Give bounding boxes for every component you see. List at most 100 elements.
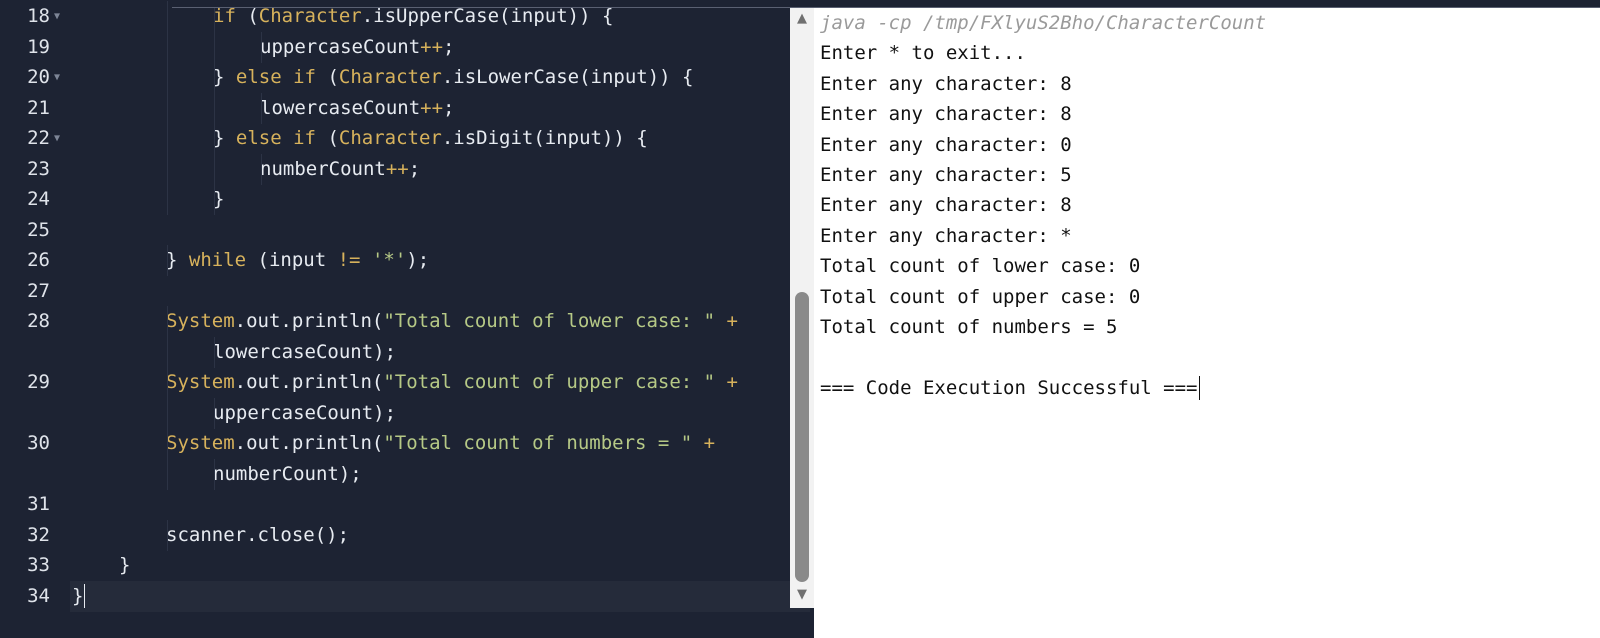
code-line[interactable]: 33} — [0, 550, 810, 581]
code-token: + — [726, 371, 738, 393]
output-line: Enter * to exit... — [820, 42, 1026, 65]
indent-guide — [167, 458, 168, 490]
line-number: 26 — [27, 249, 50, 271]
indent-guide — [214, 184, 215, 215]
line-number: 21 — [27, 96, 50, 119]
code-text: System.out.println("Total count of upper… — [166, 367, 738, 398]
output-line: Total count of lower case: 0 — [820, 255, 1141, 278]
output-line: Enter any character: 5 — [820, 164, 1072, 186]
code-token: .out.println( — [234, 432, 384, 454]
code-token: while — [188, 249, 247, 271]
indent-guide — [167, 153, 168, 185]
code-token: "Total count of numbers = " — [383, 432, 693, 454]
code-token: } — [119, 554, 131, 576]
line-number: 29 — [27, 371, 50, 393]
output-line: Enter any character: 8 — [820, 194, 1072, 217]
line-number: 20 — [27, 66, 50, 88]
code-line[interactable]: 28 System.out.println("Total count of low… — [0, 306, 810, 337]
code-token: "Total count of lower case: " — [383, 310, 716, 332]
code-token: .out.println( — [234, 310, 384, 332]
line-number: 28 — [27, 310, 50, 332]
indent-guide — [167, 306, 168, 337]
indent-guide — [261, 92, 262, 124]
code-line[interactable]: 19 uppercaseCount++; — [0, 31, 810, 63]
code-line[interactable]: 32 scanner.close(); — [0, 519, 810, 551]
line-number: 30 — [27, 432, 50, 454]
code-line[interactable]: 24} — [0, 184, 810, 215]
indent-guide — [167, 336, 168, 368]
scrollbar-thumb[interactable] — [795, 292, 809, 582]
indent-guide — [167, 519, 168, 551]
code-text: } else if (Character.isLowerCase(input))… — [213, 62, 694, 93]
code-line[interactable]: 22 ▼} else if (Character.isDigit(input)) … — [0, 123, 810, 154]
code-line[interactable]: 26} while (input != '*'); — [0, 245, 810, 276]
fold-arrow-icon[interactable]: ▼ — [54, 62, 60, 93]
code-line[interactable]: 21 lowercaseCount++; — [0, 92, 810, 124]
code-line[interactable]: 29 System.out.println("Total count of upp… — [0, 367, 810, 398]
code-token: (input — [246, 249, 338, 271]
line-number: 34 — [27, 584, 50, 607]
output-line: Enter any character: 0 — [820, 133, 1072, 156]
code-line[interactable]: 31 — [0, 489, 810, 520]
indent-guide — [167, 92, 168, 124]
indent-guide — [261, 153, 262, 185]
code-line[interactable]: uppercaseCount); — [0, 397, 810, 429]
code-line[interactable]: 30 System.out.println("Total count of num… — [0, 428, 810, 459]
code-token: uppercaseCount); — [213, 401, 397, 424]
code-text: lowercaseCount); — [213, 337, 396, 368]
code-token: } — [213, 127, 236, 149]
line-number: 24 — [27, 188, 50, 210]
editor-scrollbar[interactable]: ▲ ▼ — [790, 8, 814, 608]
code-token: ( — [316, 66, 339, 88]
indent-guide — [167, 397, 168, 429]
code-token: Character — [338, 66, 442, 88]
code-line[interactable]: 34} — [27, 580, 810, 612]
code-token: if — [293, 127, 316, 149]
code-line[interactable]: 25 — [0, 215, 810, 246]
code-token: .isLowerCase(input)) { — [441, 66, 694, 88]
indent-guide — [167, 123, 168, 154]
line-number: 25 — [27, 218, 50, 241]
code-text: numberCount++; — [260, 154, 420, 185]
code-line[interactable]: lowercaseCount); — [0, 336, 810, 368]
code-editor[interactable]: 18 ▼ if (Character.isUpperCase(input)) {19… — [0, 0, 810, 638]
code-text: System.out.println("Total count of lower… — [166, 306, 738, 337]
line-number: 23 — [27, 157, 50, 180]
code-token: numberCount — [260, 157, 386, 180]
code-token: ( — [316, 127, 339, 149]
indent-guide — [261, 31, 262, 63]
code-text: uppercaseCount++; — [260, 32, 455, 63]
scroll-up-icon[interactable]: ▲ — [794, 12, 810, 26]
code-text: } — [72, 581, 86, 612]
fold-arrow-icon[interactable]: ▼ — [54, 123, 60, 154]
code-token: else — [235, 127, 282, 149]
indent-guide — [214, 123, 215, 154]
indent-guide — [214, 153, 215, 185]
code-token: "Total count of upper case: " — [383, 371, 716, 393]
fold-arrow-icon[interactable]: ▼ — [54, 1, 60, 32]
run-command: java -cp /tmp/FXlyuS2Bho/CharacterCount — [820, 12, 1267, 34]
code-token: uppercaseCount — [260, 35, 421, 58]
code-token: numberCount); — [213, 462, 362, 485]
code-line[interactable]: 23 numberCount++; — [0, 153, 810, 185]
code-line[interactable]: 20 ▼ } else if (Character.isLowerCase(inpu… — [0, 62, 810, 93]
code-token: } — [166, 249, 189, 271]
code-text: } else if (Character.isDigit(input)) { — [213, 123, 648, 154]
line-number: 31 — [27, 493, 50, 515]
code-token: ; — [408, 157, 421, 180]
code-text: lowercaseCount++; — [260, 93, 455, 124]
code-token: ++ — [420, 35, 444, 58]
code-line[interactable]: numberCount); — [0, 458, 810, 490]
indent-guide — [214, 62, 215, 93]
code-line[interactable]: 27 — [0, 276, 810, 307]
code-token: ; — [443, 96, 455, 119]
output-terminal: java -cp /tmp/FXlyuS2Bho/CharacterCount … — [814, 8, 1600, 638]
code-token: '*' — [371, 249, 407, 271]
code-token: System — [166, 432, 235, 454]
scroll-down-icon[interactable]: ▼ — [794, 588, 810, 602]
indent-guide — [214, 336, 215, 368]
line-number: 27 — [27, 279, 50, 302]
code-token: Character — [338, 127, 442, 149]
